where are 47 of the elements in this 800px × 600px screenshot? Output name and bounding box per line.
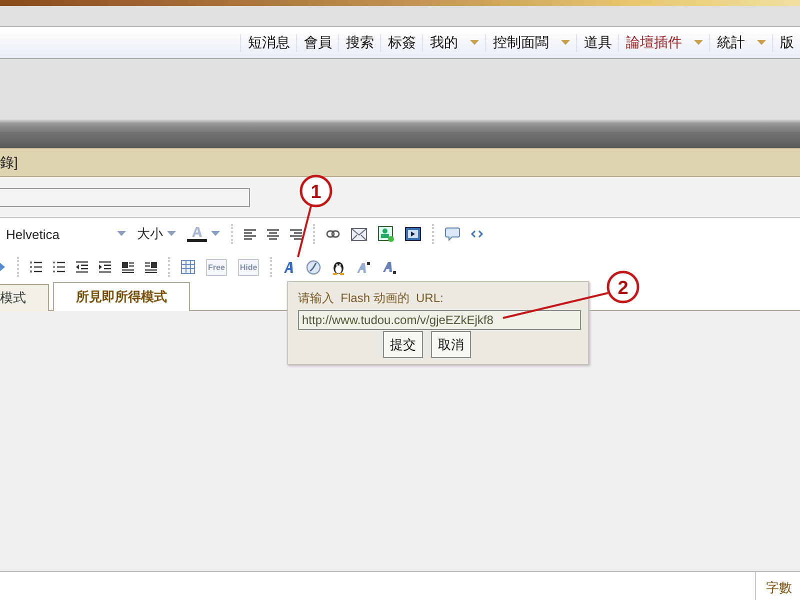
nav-link[interactable]: 會員 <box>304 34 338 52</box>
table-icon[interactable] <box>181 260 195 274</box>
numbered-list-icon[interactable] <box>30 261 42 273</box>
subject-input[interactable] <box>0 188 250 206</box>
nav-link[interactable]: 控制面闆 <box>493 34 555 52</box>
code-brackets-icon[interactable] <box>471 230 483 238</box>
mode-tab[interactable]: 所見即所得模式 <box>53 282 190 311</box>
caret-icon <box>211 231 220 237</box>
subscript-icon[interactable] <box>382 260 398 274</box>
flash-globe-icon[interactable] <box>306 260 322 274</box>
text-color-icon[interactable] <box>187 226 207 242</box>
penguin-icon[interactable] <box>332 260 346 274</box>
dialog-button[interactable]: 提交 <box>383 331 423 358</box>
speech-bubble-icon[interactable] <box>445 227 460 241</box>
nav-link[interactable]: 論壇插件 <box>626 34 688 52</box>
nav-link[interactable]: 道具 <box>584 34 618 52</box>
align-right-icon[interactable] <box>290 228 302 240</box>
word-count-label[interactable]: 字數 <box>755 572 800 600</box>
font-style-icon[interactable] <box>283 260 296 274</box>
outdent-icon[interactable] <box>76 261 88 273</box>
mode-tab[interactable]: 模式 <box>0 284 49 311</box>
indent-icon[interactable] <box>99 261 111 273</box>
url-input[interactable]: http://www.tudou.com/v/gjeEZkEjkf8 <box>298 310 581 330</box>
float-left-icon[interactable] <box>122 261 134 273</box>
leader-line <box>297 206 312 258</box>
nav-link[interactable]: 統計 <box>717 34 751 52</box>
font-dropdown[interactable]: Helvetica <box>0 226 126 242</box>
image-icon[interactable] <box>378 226 394 242</box>
nav-link[interactable]: 短消息 <box>248 34 296 52</box>
align-left-icon[interactable] <box>244 228 256 240</box>
url-prompt: 请输入 Flash 动画的 URL: <box>298 290 444 307</box>
nav-link[interactable]: 搜索 <box>346 34 380 52</box>
film-icon[interactable] <box>405 227 421 241</box>
size-dropdown[interactable]: 大小 <box>137 225 176 243</box>
align-center-icon[interactable] <box>267 228 279 240</box>
float-right-icon[interactable] <box>145 261 157 273</box>
nav-link[interactable]: 我的 <box>430 34 464 52</box>
nav-link[interactable]: 版 <box>780 34 800 52</box>
superscript-icon[interactable] <box>356 260 372 274</box>
envelope-icon[interactable] <box>351 226 367 242</box>
caret-icon <box>167 231 176 237</box>
bullet-list-icon[interactable] <box>53 261 65 273</box>
link-icon[interactable] <box>326 230 340 238</box>
section-title: 錄] <box>0 154 18 172</box>
dialog-button[interactable]: 取消 <box>431 331 471 358</box>
caret-icon <box>117 231 126 237</box>
nav-link[interactable]: 标簽 <box>388 34 422 52</box>
